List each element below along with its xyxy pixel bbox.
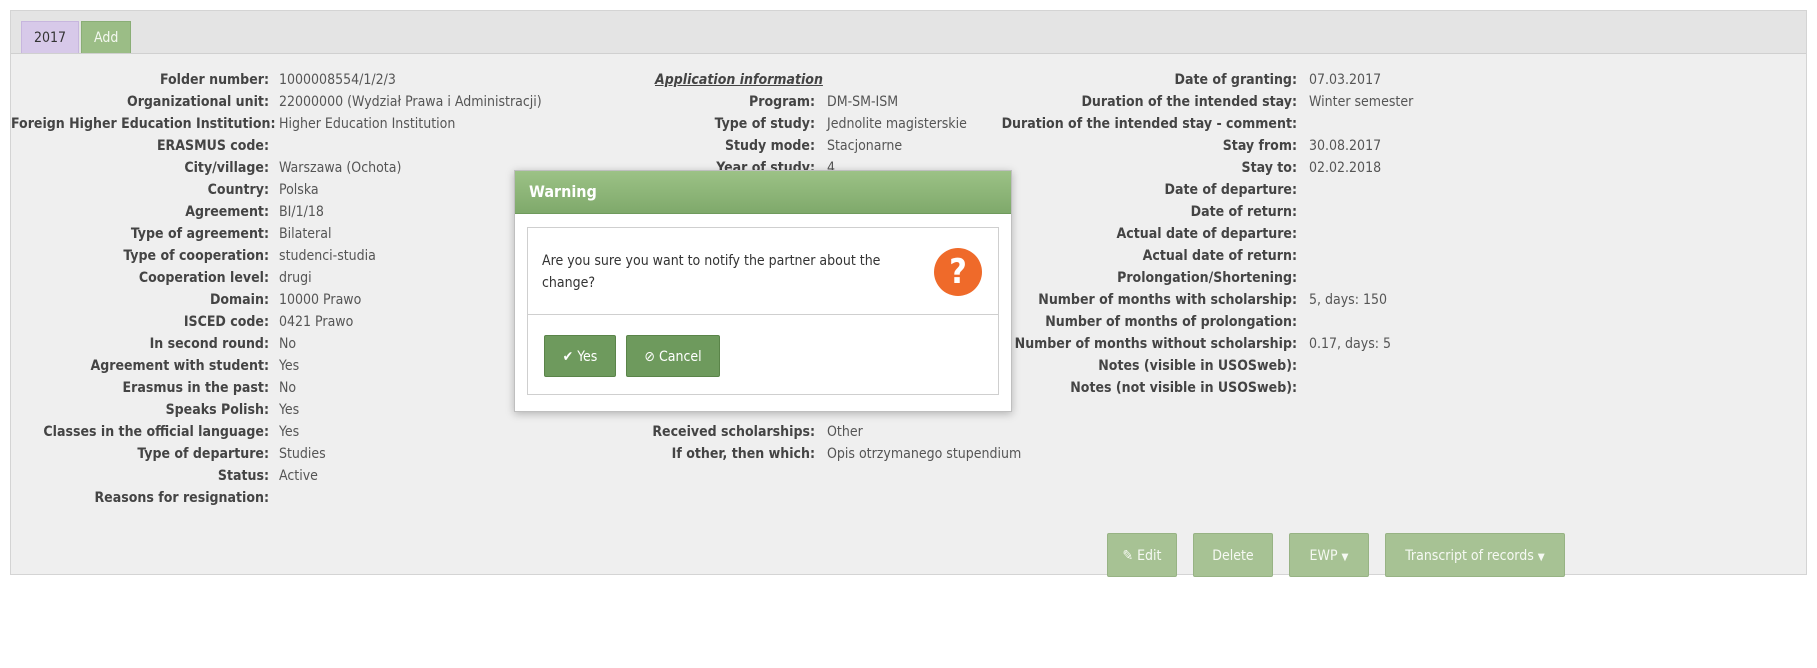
edit-button[interactable]: ✎ Edit — [1107, 533, 1177, 577]
application-information-link[interactable]: Application information — [655, 69, 823, 91]
check-icon: ✔ — [562, 349, 574, 365]
caret-down-icon: ▼ — [1537, 552, 1545, 563]
cancel-button[interactable]: ⊘ Cancel — [626, 335, 720, 377]
ewp-button[interactable]: EWP ▼ — [1289, 533, 1369, 577]
tab-bar: 2017 Add — [11, 11, 1806, 54]
dialog-title: Warning — [515, 171, 1011, 214]
yes-button[interactable]: ✔ Yes — [544, 335, 616, 377]
dialog-message: Are you sure you want to notify the part… — [542, 253, 881, 291]
dialog-footer: ✔ Yes ⊘ Cancel — [527, 315, 999, 395]
delete-button[interactable]: Delete — [1193, 533, 1273, 577]
warning-dialog: Warning Are you sure you want to notify … — [514, 170, 1012, 412]
tab-add[interactable]: Add — [81, 21, 132, 53]
transcript-of-records-button[interactable]: Transcript of records ▼ — [1385, 533, 1565, 577]
dialog-body: Are you sure you want to notify the part… — [527, 227, 999, 315]
caret-down-icon: ▼ — [1341, 552, 1349, 563]
tab-2017[interactable]: 2017 — [21, 21, 80, 53]
ban-icon: ⊘ — [644, 349, 655, 365]
question-icon: ? — [934, 248, 982, 296]
pencil-icon: ✎ — [1122, 548, 1134, 564]
